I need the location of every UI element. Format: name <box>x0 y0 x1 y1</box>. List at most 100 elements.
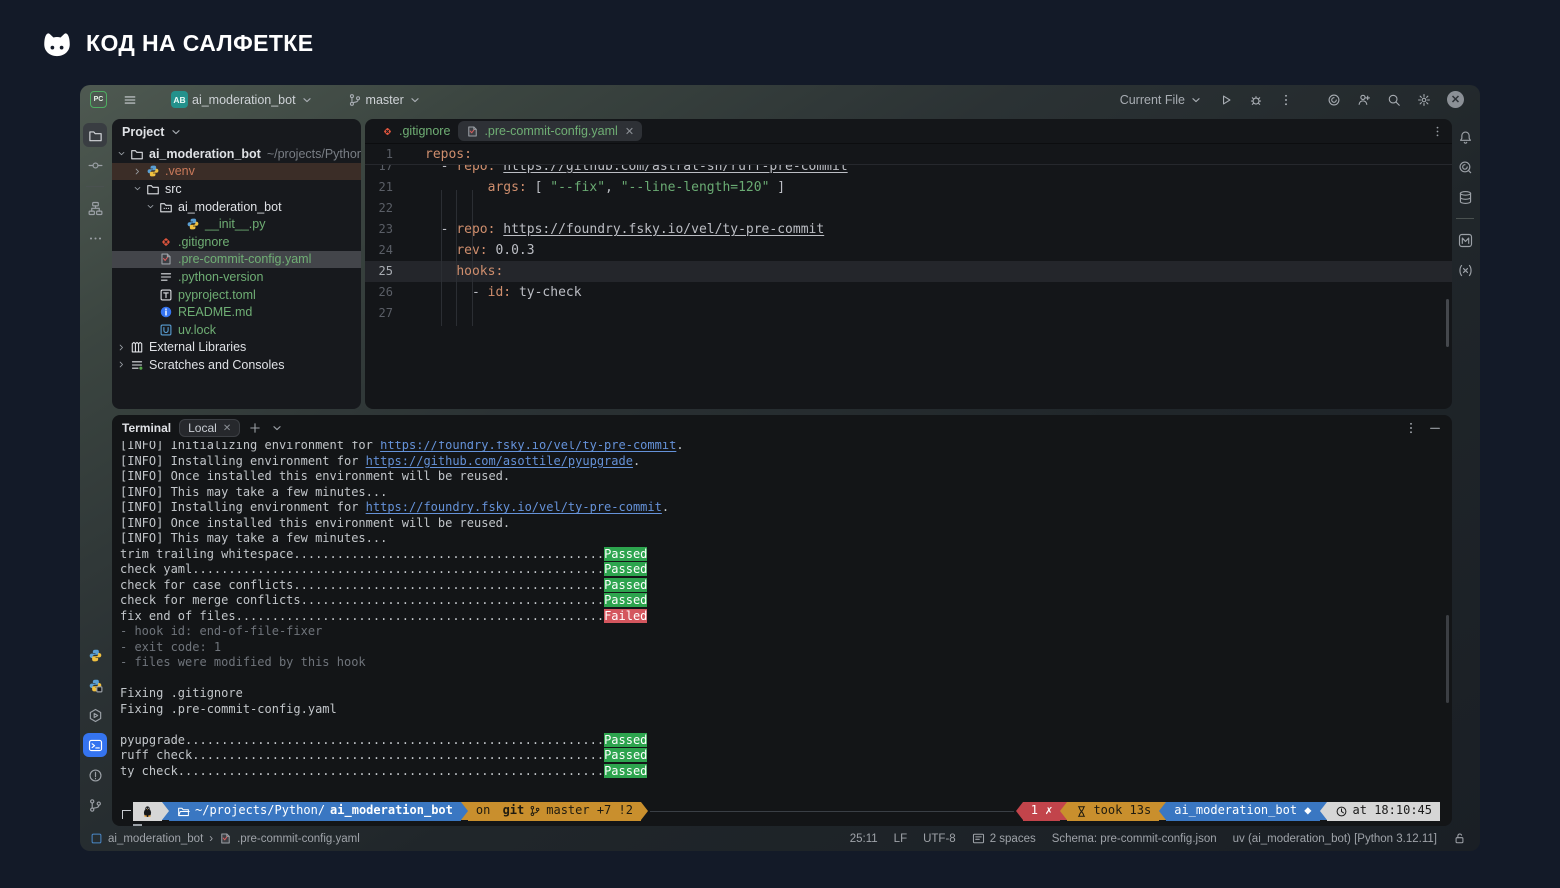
code-line-21[interactable]: 21 args: [ "--fix", "--line-length=120" … <box>365 177 1452 198</box>
vertical-dots-icon <box>1279 93 1293 107</box>
ai-assistant-button[interactable] <box>1321 90 1347 110</box>
code-with-me-button[interactable] <box>1351 90 1377 110</box>
terminal-link[interactable]: https://foundry.fsky.io/vel/ty-pre-commi… <box>380 441 676 452</box>
right-strip-ai-chat-button[interactable] <box>1453 155 1477 179</box>
editor-tab--pre-commit-config-yaml[interactable]: .pre-commit-config.yaml✕ <box>458 121 642 141</box>
breadcrumb-label: ai_moderation_bot <box>108 833 203 845</box>
more-icon <box>88 231 103 246</box>
breadcrumb-item[interactable]: ai_moderation_bot <box>90 832 203 845</box>
tree-item-path: ~/projects/Python/ai_moderation_bot <box>267 147 361 161</box>
chevron-right-icon[interactable] <box>114 342 128 353</box>
clock-icon <box>1335 805 1348 818</box>
folder-icon <box>144 182 161 196</box>
left-strip-python-console-button[interactable] <box>83 673 107 697</box>
line-number: 27 <box>365 303 401 324</box>
tree-item-readme-md[interactable]: README.md <box>112 303 361 321</box>
terminal-more-button[interactable] <box>1404 421 1418 435</box>
right-strip-inline-vars-button[interactable] <box>1453 258 1477 282</box>
tree-item-ai-moderation-bot[interactable]: ai_moderation_bot~/projects/Python/ai_mo… <box>112 145 361 163</box>
exit-code-segment: 1 ✗ <box>1023 802 1061 821</box>
code-line-27[interactable]: 27 <box>365 303 1452 324</box>
tree-item-scratches-and-consoles[interactable]: Scratches and Consoles <box>112 356 361 374</box>
tree-item--gitignore[interactable]: .gitignore <box>112 233 361 251</box>
settings-button[interactable] <box>1411 90 1437 110</box>
terminal-tab-local[interactable]: Local ✕ <box>179 419 240 437</box>
right-strip-database-button[interactable] <box>1453 185 1477 209</box>
close-tab-icon[interactable]: ✕ <box>223 423 231 434</box>
close-window-button[interactable]: ✕ <box>1441 88 1470 111</box>
more-actions-button[interactable] <box>1273 90 1299 110</box>
code-editor[interactable]: 1repos:17 - repo: https://github.com/ast… <box>365 144 1452 324</box>
code-line-1[interactable]: 1repos: <box>365 144 1452 165</box>
left-strip-structure-button[interactable] <box>83 196 107 220</box>
status-widget-uv-ai-moderation-bot-python-3-12-11-[interactable]: uv (ai_moderation_bot) [Python 3.12.11] <box>1233 833 1437 845</box>
new-terminal-button[interactable] <box>248 421 262 435</box>
status-widget-unlock-icon[interactable] <box>1453 832 1466 845</box>
chevron-right-icon[interactable] <box>114 359 128 370</box>
left-strip-python-packages-button[interactable] <box>83 643 107 667</box>
left-strip-more-button[interactable] <box>83 226 107 250</box>
code-line-17[interactable]: 17 - repo: https://github.com/astral-sh/… <box>365 165 1452 177</box>
search-everywhere-button[interactable] <box>1381 90 1407 110</box>
right-tool-strip <box>1450 114 1480 826</box>
status-widget-schema-pre-commit-config-json[interactable]: Schema: pre-commit-config.json <box>1052 833 1217 845</box>
main-menu-button[interactable] <box>117 90 143 110</box>
tree-item--python-version[interactable]: .python-version <box>112 268 361 286</box>
code-line-23[interactable]: 23 - repo: https://foundry.fsky.io/vel/t… <box>365 219 1452 240</box>
terminal-line <box>120 779 1452 795</box>
editor-tab--gitignore[interactable]: .gitignore <box>373 121 458 141</box>
left-strip-services-button[interactable] <box>83 703 107 727</box>
folder-open-icon <box>177 805 190 818</box>
code-line-22[interactable]: 22 <box>365 198 1452 219</box>
left-strip-version-control-button[interactable] <box>83 793 107 817</box>
code-line-25[interactable]: 25 hooks: <box>365 261 1452 282</box>
line-content: - repo: https://github.com/astral-sh/ruf… <box>401 165 848 177</box>
vcs-widget[interactable]: master <box>342 90 428 110</box>
left-strip-commit-button[interactable] <box>83 153 107 177</box>
terminal-output[interactable]: [INFO] Initializing environment for http… <box>112 441 1452 826</box>
hide-terminal-button[interactable] <box>1428 421 1442 435</box>
terminal-line: trim trailing whitespace................… <box>120 547 1452 563</box>
status-badge: Passed <box>604 733 647 747</box>
tree-item-uv-lock[interactable]: uv.lock <box>112 321 361 339</box>
right-strip-notifications-button[interactable] <box>1453 125 1477 149</box>
close-tab-icon[interactable]: ✕ <box>625 125 634 138</box>
run-button[interactable] <box>1213 90 1239 110</box>
code-line-26[interactable]: 26 - id: ty-check <box>365 282 1452 303</box>
code-line-24[interactable]: 24 rev: 0.0.3 <box>365 240 1452 261</box>
right-strip-markdown-button[interactable] <box>1453 228 1477 252</box>
tree-item--venv[interactable]: .venv <box>112 163 361 181</box>
tree-item--pre-commit-config-yaml[interactable]: .pre-commit-config.yaml <box>112 251 361 269</box>
powerline-separator <box>1159 802 1166 820</box>
terminal-scrollbar[interactable] <box>1446 615 1449 703</box>
git-file-icon <box>157 235 174 249</box>
left-strip-problems-button[interactable] <box>83 763 107 787</box>
status-widget-lf[interactable]: LF <box>894 833 907 845</box>
breadcrumb-item[interactable]: .pre-commit-config.yaml <box>219 832 360 845</box>
chevron-down-icon[interactable] <box>143 201 157 212</box>
terminal-options-button[interactable] <box>270 421 284 435</box>
tree-item-pyproject-toml[interactable]: pyproject.toml <box>112 286 361 304</box>
status-widget-utf-8[interactable]: UTF-8 <box>923 833 956 845</box>
terminal-link[interactable]: https://foundry.fsky.io/vel/ty-pre-commi… <box>366 500 662 514</box>
tab-list-button[interactable] <box>1431 125 1444 138</box>
left-strip-project-folder-button[interactable] <box>83 123 107 147</box>
status-widget-2-spaces[interactable]: 2 spaces <box>972 832 1036 845</box>
chevron-right-icon[interactable] <box>130 166 144 177</box>
chevron-down-icon[interactable] <box>114 148 128 159</box>
run-configuration-widget[interactable]: Current File <box>1114 90 1209 110</box>
project-widget[interactable]: AB ai_moderation_bot <box>165 88 320 111</box>
editor-scrollbar[interactable] <box>1446 299 1449 347</box>
chevron-down-icon[interactable] <box>130 183 144 194</box>
debug-button[interactable] <box>1243 90 1269 110</box>
tree-item-label: External Libraries <box>149 340 246 354</box>
status-widget-25-11[interactable]: 25:11 <box>850 833 878 845</box>
left-strip-terminal-button[interactable] <box>83 733 107 757</box>
tree-item-ai-moderation-bot[interactable]: ai_moderation_bot <box>112 198 361 216</box>
project-panel-header[interactable]: Project <box>112 119 361 145</box>
project-folder-icon <box>88 128 103 143</box>
tree-item-src[interactable]: src <box>112 180 361 198</box>
tree-item--init-py[interactable]: __init__.py <box>112 215 361 233</box>
tree-item-external-libraries[interactable]: External Libraries <box>112 339 361 357</box>
terminal-link[interactable]: https://github.com/asottile/pyupgrade <box>366 454 633 468</box>
